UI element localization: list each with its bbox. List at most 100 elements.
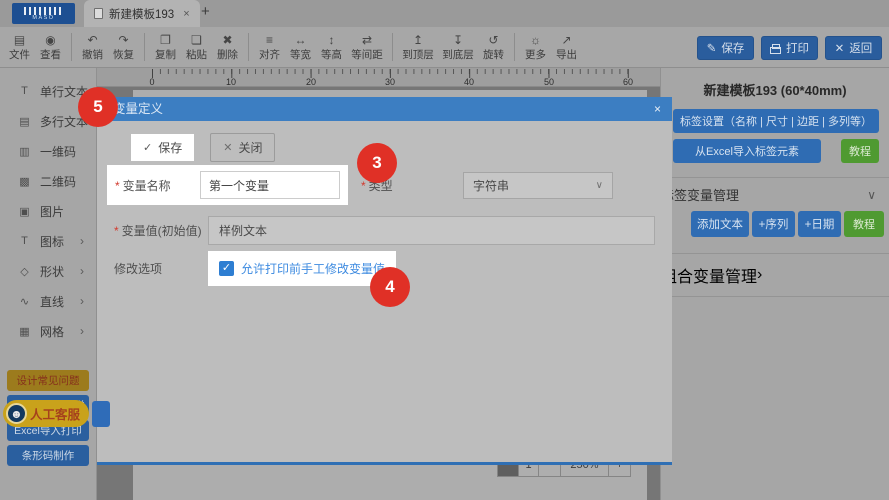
toolbar-item-more[interactable]: ☼ 更多: [520, 34, 551, 61]
equal-spacing-icon: ⇄: [361, 32, 373, 47]
app-window: MASO 新建模板193 × + ▤ 文件 ◉ 查看 ↶ 撤销 ↷ 恢复 ❐ 复…: [0, 0, 889, 500]
chevron-right-icon: ›: [757, 266, 763, 283]
toolbar-item-undo[interactable]: ↶ 撤销: [77, 34, 108, 61]
shape-icon: ◇: [20, 265, 29, 278]
label-variable-section[interactable]: 标签变量管理 ∨: [661, 177, 889, 211]
toolbar-item-align[interactable]: ≡ 对齐: [254, 34, 285, 61]
sidebar-item-shapes[interactable]: ◇ 形状 ›: [0, 256, 96, 286]
initial-value-label: * 变量值(初始值): [114, 224, 202, 238]
sidebar-item-qrcode[interactable]: ▩ 二维码: [0, 166, 96, 196]
headset-person-icon: ☻: [6, 403, 27, 424]
design-faq-button[interactable]: 设计常见问题: [7, 370, 89, 391]
modify-option-highlight: 允许打印前手工修改变量值: [208, 251, 397, 286]
feedback-tab-button[interactable]: [92, 401, 110, 427]
dialog-save-button[interactable]: ✓ 保存: [131, 134, 195, 161]
tab-bar: MASO 新建模板193 × +: [0, 0, 889, 27]
tutorial-button-2[interactable]: 教程: [844, 211, 884, 237]
toolbar-item-file[interactable]: ▤ 文件: [4, 34, 35, 61]
ruler-label: 10: [225, 76, 237, 87]
save-button[interactable]: ✎ 保存: [697, 36, 754, 60]
excel-import-elements-button[interactable]: 从Excel导入标签元素: [673, 139, 821, 163]
customer-service-button[interactable]: ☻ 人工客服: [3, 400, 89, 427]
equal-width-icon: ↔: [294, 32, 307, 47]
toolbar-item-equal-height[interactable]: ↕ 等高: [316, 34, 347, 61]
chevron-right-icon: ›: [80, 234, 84, 248]
toolbar-item-copy[interactable]: ❐ 复制: [150, 34, 181, 61]
multiline-icon: ▤: [19, 115, 30, 128]
toolbar-item-rotate[interactable]: ↺ 旋转: [478, 34, 509, 61]
add-date-button[interactable]: +日期: [798, 211, 841, 237]
add-text-button[interactable]: 添加文本: [691, 211, 749, 237]
undo-icon: ↶: [87, 32, 98, 47]
grid-icon: ▦: [19, 325, 30, 338]
horizontal-ruler: 0 10 20 30 40 50 60: [97, 68, 660, 87]
tutorial-button[interactable]: 教程: [841, 139, 879, 163]
line-icon: ∿: [19, 295, 30, 308]
checkbox-checked-icon[interactable]: [219, 261, 234, 276]
to-back-icon: ↧: [452, 32, 464, 47]
type-select[interactable]: 字符串 ∨: [463, 171, 613, 199]
qrcode-icon: ▩: [19, 175, 30, 188]
toolbar-item-redo[interactable]: ↷ 恢复: [108, 34, 139, 61]
chevron-down-icon: ∨: [867, 187, 876, 202]
barcode-icon: ▥: [19, 145, 30, 158]
new-tab-button[interactable]: +: [201, 3, 210, 20]
back-button[interactable]: ✕ 返回: [825, 36, 882, 60]
toolbar-separator: [144, 33, 145, 61]
step-badge-4: 4: [370, 267, 410, 307]
file-icon: ▤: [13, 32, 26, 47]
ruler-label: 30: [384, 76, 396, 87]
export-icon: ↗: [561, 32, 572, 47]
ruler-label: 40: [463, 76, 475, 87]
initial-value-input[interactable]: [208, 216, 655, 245]
sidebar-item-barcode[interactable]: ▥ 一维码: [0, 136, 96, 166]
barcode-make-button[interactable]: 条形码制作: [7, 445, 89, 466]
close-icon: ✕: [834, 43, 845, 55]
label-settings-button[interactable]: 标签设置（名称 | 尺寸 | 边距 | 多列等）: [673, 109, 879, 133]
toolbar-item-export[interactable]: ↗ 导出: [551, 34, 582, 61]
align-icon: ≡: [265, 32, 273, 47]
element-sidebar: T 单行文本 ▤ 多行文本 ▥ 一维码 ▩ 二维码 ▣ 图片 T 图标 › ◇ …: [0, 68, 97, 500]
barcode-logo-icon: [23, 6, 64, 15]
variable-name-input[interactable]: [200, 171, 340, 199]
close-icon: ✕: [223, 142, 233, 154]
tab-close-icon[interactable]: ×: [183, 8, 189, 20]
ruler-label: 60: [622, 76, 634, 87]
toolbar-item-to-back[interactable]: ↧ 到底层: [438, 34, 478, 61]
ruler-label: 0: [149, 76, 155, 87]
sidebar-item-line[interactable]: ∿ 直线 ›: [0, 286, 96, 316]
image-icon: ▣: [19, 205, 30, 218]
tab-title: 新建模板193: [109, 8, 175, 21]
toolbar-item-delete[interactable]: ✖ 删除: [212, 34, 243, 61]
section-title: 组合变量管理: [661, 269, 758, 286]
dialog-close-icon[interactable]: ×: [654, 97, 661, 121]
top-actions: ✎ 保存 打印 ✕ 返回: [697, 36, 882, 60]
to-front-icon: ↥: [412, 32, 424, 47]
sidebar-item-grid[interactable]: ▦ 网格 ›: [0, 316, 96, 346]
print-button[interactable]: 打印: [761, 36, 818, 60]
toolbar-separator: [248, 33, 249, 61]
template-title: 新建模板193 (60*40mm): [703, 83, 847, 98]
toolbar-item-equal-spacing[interactable]: ⇄ 等间距: [347, 34, 387, 61]
toolbar-item-to-front[interactable]: ↥ 到顶层: [398, 34, 438, 61]
modify-options-label: 修改选项: [114, 262, 163, 276]
required-asterisk: *: [361, 178, 366, 193]
tab-template[interactable]: 新建模板193 ×: [84, 0, 200, 27]
combo-variable-section[interactable]: 组合变量管理 ›: [661, 253, 889, 297]
sidebar-item-image[interactable]: ▣ 图片: [0, 196, 96, 226]
toolbar-item-equal-width[interactable]: ↔ 等宽: [285, 34, 316, 61]
variable-name-label: * 变量名称: [115, 178, 171, 193]
modify-option-label[interactable]: 允许打印前手工修改变量值: [241, 260, 385, 277]
properties-panel: 新建模板193 (60*40mm) 标签设置（名称 | 尺寸 | 边距 | 多列…: [660, 68, 889, 500]
step-badge-3: 3: [357, 143, 397, 183]
add-serial-button[interactable]: +序列: [752, 211, 795, 237]
ruler-label: 20: [305, 76, 317, 87]
dialog-close-button[interactable]: ✕ 关闭: [210, 133, 276, 162]
printer-icon: [770, 43, 781, 54]
equal-height-icon: ↕: [328, 32, 335, 47]
more-icon: ☼: [530, 32, 541, 47]
page-icon: [94, 8, 103, 19]
sidebar-item-icons[interactable]: T 图标 ›: [0, 226, 96, 256]
toolbar-item-paste[interactable]: ❏ 粘贴: [181, 34, 212, 61]
toolbar-item-view[interactable]: ◉ 查看: [35, 34, 66, 61]
